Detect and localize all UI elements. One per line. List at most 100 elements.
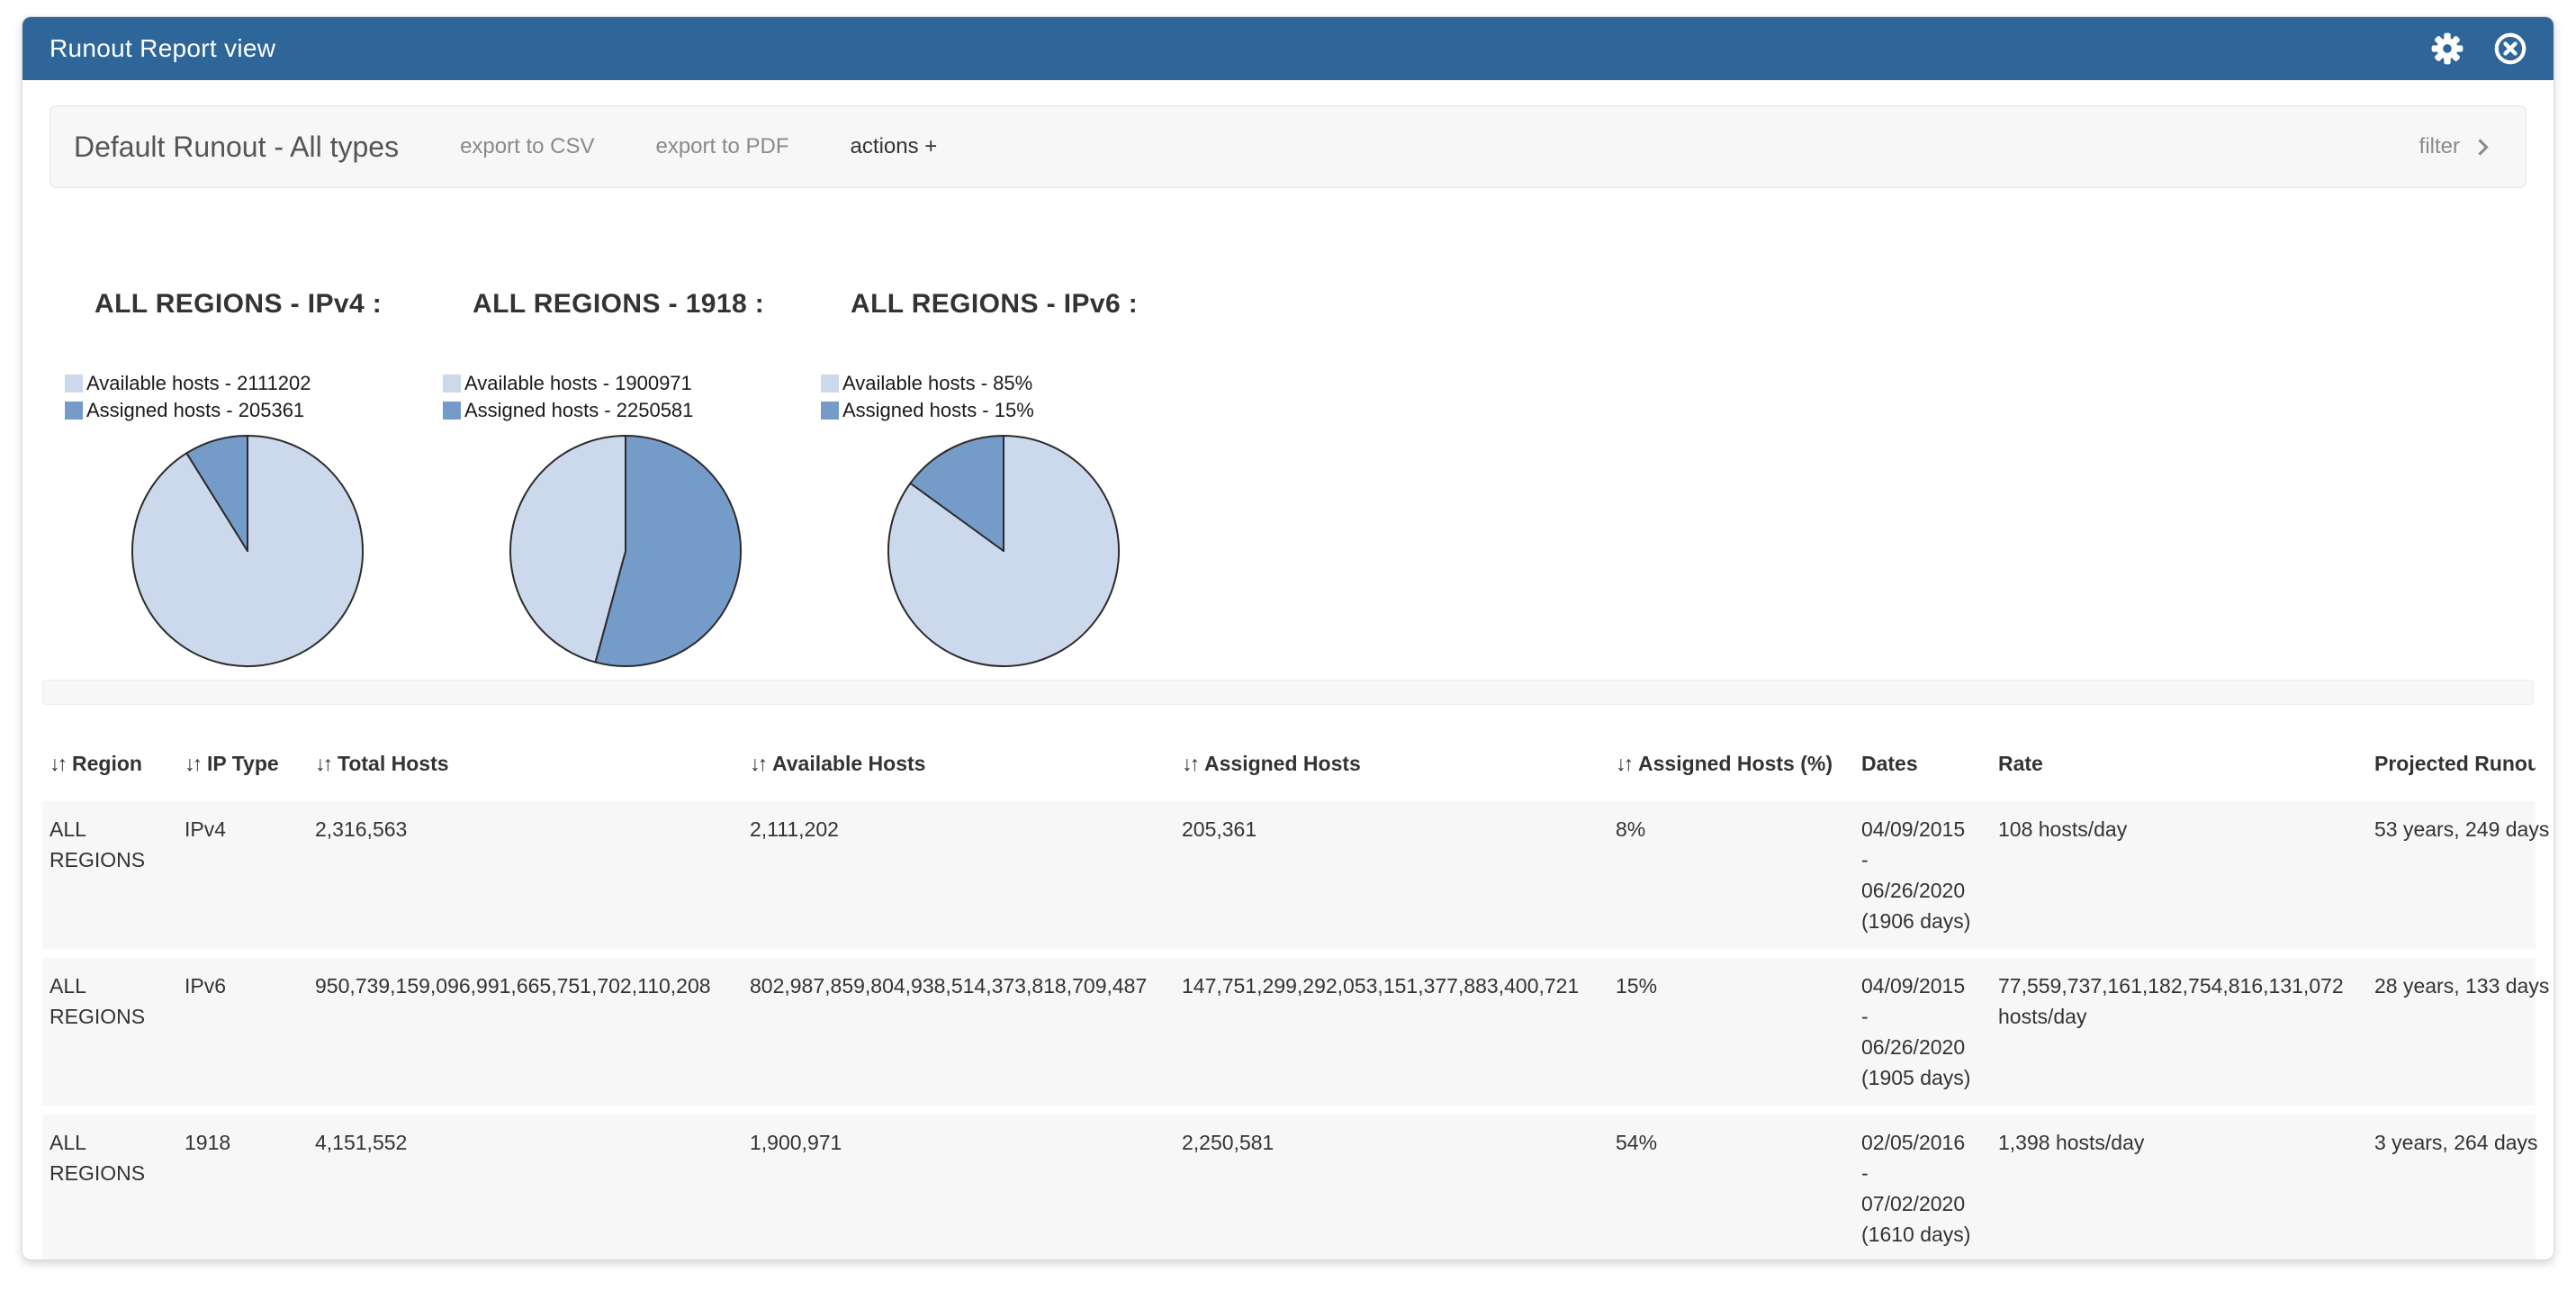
section-divider-bar — [42, 680, 2534, 705]
column-header-projected_runout: Projected Runout — [2367, 705, 2535, 796]
legend-label: Available hosts - 85% — [842, 372, 1032, 395]
legend-item-available: Available hosts - 2111202 — [65, 370, 443, 397]
legend-item-assigned: Assigned hosts - 2250581 — [443, 397, 821, 424]
legend-swatch-assigned — [821, 402, 839, 420]
chart-title-ipv4: ALL REGIONS - IPv4 : — [95, 289, 443, 320]
cell-region: ALL REGIONS — [42, 796, 177, 953]
cell-dates: 02/05/2016 - 07/02/2020 (1610 days) — [1854, 1110, 1991, 1260]
runout-report-window: Runout Report view — [22, 16, 2554, 1260]
filter-label: filter — [2419, 134, 2460, 159]
column-label: Region — [72, 752, 142, 775]
sort-arrows-icon: ↓↑ — [750, 752, 765, 775]
cell-total_hosts: 950,739,159,096,991,665,751,702,110,208 — [308, 953, 743, 1110]
column-header-region[interactable]: ↓↑ Region — [42, 705, 177, 796]
legend-label: Assigned hosts - 205361 — [86, 399, 304, 422]
column-label: Assigned Hosts — [1204, 752, 1361, 775]
legend-swatch-available — [821, 375, 839, 393]
settings-button[interactable] — [2427, 29, 2467, 68]
cell-assigned_hosts: 2,250,581 — [1175, 1110, 1608, 1260]
pie-ipv4 — [130, 433, 365, 669]
cell-total_hosts: 2,316,563 — [308, 796, 743, 953]
filter-toggle[interactable]: filter — [2419, 134, 2490, 159]
cell-total_hosts: 4,151,552 — [308, 1110, 743, 1260]
cell-rate: 108 hosts/day — [1991, 796, 2367, 953]
charts-section: ALL REGIONS - IPv4 : Available hosts - 2… — [23, 188, 2553, 669]
column-header-assigned_hosts_pct[interactable]: ↓↑ Assigned Hosts (%) — [1608, 705, 1854, 796]
column-header-assigned_hosts[interactable]: ↓↑ Assigned Hosts — [1175, 705, 1608, 796]
cell-assigned_hosts_pct: 15% — [1608, 953, 1854, 1110]
table-header-row: ↓↑ Region ↓↑ IP Type ↓↑ Total Hosts ↓↑ Availabl… — [42, 705, 2535, 796]
legend-item-assigned: Assigned hosts - 205361 — [65, 397, 443, 424]
pie-1918 — [508, 433, 743, 669]
legend-label: Available hosts - 2111202 — [86, 372, 311, 395]
sort-arrows-icon: ↓↑ — [1616, 752, 1631, 775]
table-row: ALL REGIONSIPv6950,739,159,096,991,665,7… — [42, 953, 2535, 1110]
cell-assigned_hosts_pct: 54% — [1608, 1110, 1854, 1260]
sort-arrows-icon: ↓↑ — [185, 752, 200, 775]
column-label: Dates — [1861, 752, 1918, 775]
column-header-ip_type[interactable]: ↓↑ IP Type — [177, 705, 308, 796]
window-titlebar: Runout Report view — [23, 17, 2553, 80]
legend-swatch-available — [65, 375, 83, 393]
table-row: ALL REGIONSIPv42,316,5632,111,202205,361… — [42, 796, 2535, 953]
cell-ip_type: IPv4 — [177, 796, 308, 953]
sort-arrows-icon: ↓↑ — [50, 752, 65, 775]
table-row: ALL REGIONS19184,151,5521,900,9712,250,5… — [42, 1110, 2535, 1260]
screen: Runout Report view — [0, 0, 2576, 1300]
sort-arrows-icon: ↓↑ — [315, 752, 330, 775]
report-toolbar: Default Runout - All types export to CSV… — [50, 105, 2526, 188]
pie-chart-block-ipv4: ALL REGIONS - IPv4 : Available hosts - 2… — [65, 289, 443, 669]
column-label: Assigned Hosts (%) — [1638, 752, 1833, 775]
legend-label: Assigned hosts - 15% — [842, 399, 1034, 422]
column-header-total_hosts[interactable]: ↓↑ Total Hosts — [308, 705, 743, 796]
gear-icon — [2428, 30, 2466, 68]
legend-swatch-available — [443, 375, 461, 393]
chart-legend: Available hosts - 1900971 Assigned hosts… — [443, 370, 821, 424]
chevron-right-icon — [2472, 139, 2488, 155]
legend-swatch-assigned — [65, 402, 83, 420]
cell-projected_runout: 53 years, 249 days — [2367, 796, 2535, 953]
cell-rate: 77,559,737,161,182,754,816,131,072 hosts… — [1991, 953, 2367, 1110]
cell-projected_runout: 28 years, 133 days — [2367, 953, 2535, 1110]
cell-region: ALL REGIONS — [42, 1110, 177, 1260]
close-button[interactable] — [2490, 29, 2530, 68]
column-label: IP Type — [207, 752, 279, 775]
legend-item-available: Available hosts - 1900971 — [443, 370, 821, 397]
cell-available_hosts: 2,111,202 — [743, 796, 1175, 953]
legend-item-available: Available hosts - 85% — [821, 370, 1199, 397]
column-header-available_hosts[interactable]: ↓↑ Available Hosts — [743, 705, 1175, 796]
cell-assigned_hosts_pct: 8% — [1608, 796, 1854, 953]
chart-title-1918: ALL REGIONS - 1918 : — [473, 289, 821, 320]
export-csv-link[interactable]: export to CSV — [460, 134, 594, 159]
chart-legend: Available hosts - 2111202 Assigned hosts… — [65, 370, 443, 424]
cell-rate: 1,398 hosts/day — [1991, 1110, 2367, 1260]
close-circle-icon — [2491, 30, 2529, 68]
cell-available_hosts: 1,900,971 — [743, 1110, 1175, 1260]
cell-dates: 04/09/2015 - 06/26/2020 (1906 days) — [1854, 796, 1991, 953]
cell-available_hosts: 802,987,859,804,938,514,373,818,709,487 — [743, 953, 1175, 1110]
cell-ip_type: 1918 — [177, 1110, 308, 1260]
sort-arrows-icon: ↓↑ — [1182, 752, 1197, 775]
chart-title-ipv6: ALL REGIONS - IPv6 : — [851, 289, 1199, 320]
legend-swatch-assigned — [443, 402, 461, 420]
legend-label: Assigned hosts - 2250581 — [464, 399, 693, 422]
column-header-dates: Dates — [1854, 705, 1991, 796]
cell-dates: 04/09/2015 - 06/26/2020 (1905 days) — [1854, 953, 1991, 1110]
cell-ip_type: IPv6 — [177, 953, 308, 1110]
chart-legend: Available hosts - 85% Assigned hosts - 1… — [821, 370, 1199, 424]
cell-assigned_hosts: 205,361 — [1175, 796, 1608, 953]
pie-chart-block-1918: ALL REGIONS - 1918 : Available hosts - 1… — [443, 289, 821, 669]
pie-ipv6 — [886, 433, 1121, 669]
column-label: Rate — [1998, 752, 2043, 775]
report-title: Default Runout - All types — [74, 131, 399, 164]
column-label: Total Hosts — [338, 752, 449, 775]
legend-item-assigned: Assigned hosts - 15% — [821, 397, 1199, 424]
runout-table: ↓↑ Region ↓↑ IP Type ↓↑ Total Hosts ↓↑ Availabl… — [42, 705, 2535, 1260]
column-header-rate: Rate — [1991, 705, 2367, 796]
actions-menu-button[interactable]: actions + — [851, 134, 938, 159]
column-label: Available Hosts — [772, 752, 925, 775]
cell-projected_runout: 3 years, 264 days — [2367, 1110, 2535, 1260]
export-pdf-link[interactable]: export to PDF — [655, 134, 788, 159]
cell-region: ALL REGIONS — [42, 953, 177, 1110]
legend-label: Available hosts - 1900971 — [464, 372, 692, 395]
